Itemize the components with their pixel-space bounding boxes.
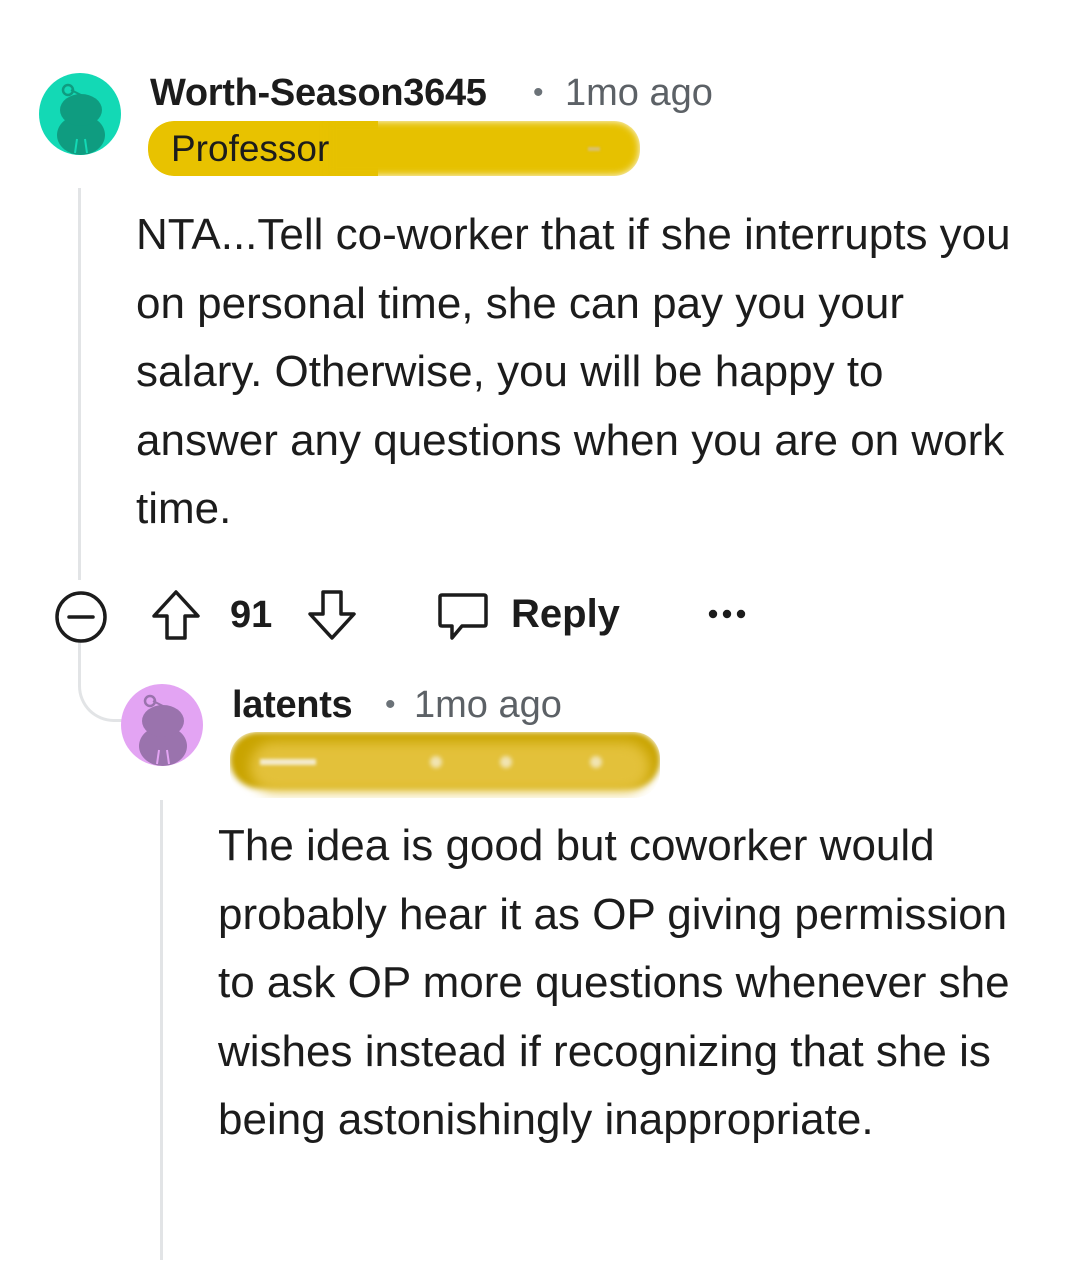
- username[interactable]: latents: [232, 684, 353, 727]
- separator-dot: •: [533, 76, 544, 109]
- comment-body: NTA...Tell co-worker that if she interru…: [136, 210, 1011, 533]
- user-flair: [230, 732, 660, 798]
- reply-label: Reply: [511, 592, 620, 636]
- more-options-icon[interactable]: [707, 604, 747, 624]
- user-avatar[interactable]: [39, 73, 121, 155]
- downvote-arrow-icon[interactable]: [306, 588, 358, 642]
- upvote-arrow-icon[interactable]: [150, 588, 202, 642]
- separator-dot: •: [385, 688, 396, 721]
- username[interactable]: Worth-Season3645: [150, 72, 487, 115]
- thread-line-reply: [160, 800, 163, 1260]
- vote-count: 91: [230, 594, 273, 636]
- thread-line-main: [78, 188, 81, 580]
- timestamp: 1mo ago: [414, 684, 562, 726]
- thread-line-branch: [78, 640, 124, 722]
- collapse-minus-icon[interactable]: [54, 590, 108, 644]
- user-avatar[interactable]: [121, 684, 203, 766]
- flair-text: Professor: [171, 128, 330, 169]
- snoo-avatar-icon: [57, 83, 105, 155]
- timestamp: 1mo ago: [565, 72, 713, 114]
- snoo-avatar-icon: [139, 694, 187, 766]
- speech-bubble-icon: [438, 593, 488, 640]
- comment-body: The idea is good but coworker would prob…: [218, 821, 1010, 1144]
